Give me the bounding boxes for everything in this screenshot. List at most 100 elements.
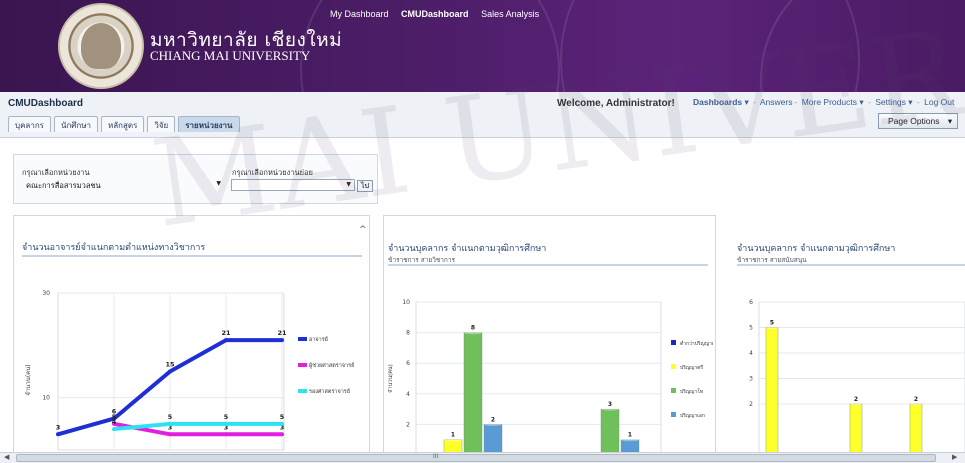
data-point (112, 427, 116, 432)
bar (463, 332, 483, 453)
data-label: 8 (471, 325, 475, 332)
data-point (224, 432, 228, 437)
data-label: 5 (280, 413, 285, 421)
page-options-label: Page Options (888, 116, 940, 126)
data-label: 15 (165, 361, 175, 369)
data-label: 21 (221, 329, 231, 337)
panel-title: จำนวนบุคลากร จำแนกตามวุฒิการศึกษา (388, 244, 547, 254)
collapse-icon[interactable]: ^ (359, 225, 367, 235)
y-tick-label: 2 (406, 421, 410, 428)
horizontal-scrollbar[interactable]: ◀ III ▶ (0, 452, 965, 463)
legend-swatch (298, 363, 307, 367)
legend-swatch (671, 364, 676, 369)
data-label: 5 (168, 413, 173, 421)
university-banner: มหาวิทยาลัย เชียงใหม่ CHIANG MAI UNIVERS… (0, 0, 965, 92)
tab-students[interactable]: นักศึกษา (53, 116, 98, 132)
go-button[interactable]: ไป (357, 180, 373, 192)
data-label: 2 (854, 396, 858, 403)
chevron-down-icon[interactable]: ▾ (906, 97, 915, 107)
page-tabs: บุคลากร นักศึกษา หลักสูตร วิจัย รายหน่วย… (8, 116, 240, 132)
legend-label: ปริญญาโท (680, 388, 703, 395)
link-more-products[interactable]: More Products (802, 97, 857, 107)
y-tick-label: 6 (749, 299, 753, 306)
tab-research[interactable]: วิจัย (147, 116, 176, 132)
nav-sales-analysis[interactable]: Sales Analysis (481, 9, 539, 19)
legend-label: ปริญญาเอก (680, 412, 705, 419)
data-point (224, 421, 228, 426)
unit-select[interactable]: คณะการสื่อสารมวลชน ▼ (22, 178, 225, 190)
series-line-3 (113, 421, 282, 432)
chevron-down-icon: ▼ (346, 181, 351, 188)
bar-chart-education-support: 23456จำนวน(คน)522 (749, 299, 965, 453)
unit-select-value: คณะการสื่อสารมวลชน (26, 181, 101, 190)
y-tick-label: 2 (749, 401, 753, 408)
scroll-right-icon[interactable]: ▶ (952, 453, 957, 461)
bar-chart-education-academic: 2 4 6 8 10 จำนวน(คน) 1 8 2 3 1 ต่ำกว่าปริญญาตรีปริญ… (388, 299, 713, 453)
bar (765, 327, 779, 453)
legend-label: ผู้ช่วยศาสตราจารย์ (309, 362, 354, 369)
data-point (280, 421, 284, 426)
nav-cmudashboard[interactable]: CMUDashboard (401, 9, 469, 19)
data-label: 5 (770, 320, 774, 327)
scrollbar-thumb[interactable]: III (16, 453, 936, 462)
data-label: 1 (451, 432, 455, 439)
data-point (168, 369, 172, 374)
tab-personnel[interactable]: บุคลากร (8, 116, 51, 132)
y-axis-label: จำนวน(คน) (388, 364, 394, 393)
data-point (168, 432, 172, 437)
top-navigation: My Dashboard CMUDashboard Sales Analysis (330, 9, 549, 19)
data-label: 21 (277, 329, 287, 337)
panel-title: จำนวนบุคลากร จำแนกตามวุฒิการศึกษา (737, 244, 896, 254)
university-name-english: CHIANG MAI UNIVERSITY (150, 48, 311, 63)
y-tick-label: 8 (406, 330, 410, 337)
y-tick-label: 10 (402, 299, 410, 306)
chevron-down-icon[interactable]: ▾ (742, 97, 751, 107)
welcome-text: Welcome, Administrator! (557, 98, 675, 109)
bar (849, 403, 863, 453)
tab-curriculum[interactable]: หลักสูตร (100, 116, 145, 132)
data-label: 3 (608, 401, 612, 408)
data-point (56, 432, 60, 437)
legend-swatch (671, 340, 676, 345)
panel-title-rule (388, 264, 708, 266)
subunit-select-label: กรุณาเลือกหน่วยงานย่อย (232, 168, 313, 177)
y-tick-label: 6 (406, 360, 410, 367)
legend-swatch (298, 337, 307, 341)
nav-my-dashboard[interactable]: My Dashboard (330, 9, 389, 19)
legend-label: รองศาสตราจารย์ (309, 388, 350, 395)
panel-title-rule (22, 255, 362, 257)
scroll-left-icon[interactable]: ◀ (4, 453, 9, 461)
tab-by-unit[interactable]: รายหน่วยงาน (178, 116, 240, 132)
legend-swatch (671, 412, 676, 417)
bar (620, 439, 640, 453)
data-label: 4 (112, 418, 117, 426)
global-links: Dashboards ▾ - Answers - More Products ▾ … (693, 97, 955, 107)
chevron-down-icon: ▾ (947, 116, 953, 126)
y-tick-label: 30 (42, 290, 50, 297)
link-log-out[interactable]: Log Out (924, 97, 954, 107)
data-label: 1 (628, 432, 632, 439)
y-tick-label: 10 (42, 395, 50, 402)
subunit-select[interactable]: ▼ (231, 179, 355, 191)
bar (909, 403, 923, 453)
dashboard-header: CMUDashboard Welcome, Administrator! Das… (0, 92, 965, 138)
link-settings[interactable]: Settings (875, 97, 906, 107)
legend-swatch (671, 388, 676, 393)
y-axis-label: จำนวน(คน) (25, 364, 32, 395)
data-point (280, 432, 284, 437)
scrollbar-grip: III (433, 453, 439, 460)
line-chart-academic-positions: 1030จำนวน(คน)361521 2153 3 345 5 5อาจารย์ผู้ช… (25, 290, 354, 451)
page-options-button[interactable]: Page Options ▾ (878, 113, 958, 129)
chevron-down-icon: ▼ (216, 180, 221, 187)
legend-label: ปริญญาตรี (680, 364, 703, 371)
link-answers[interactable]: Answers (760, 97, 793, 107)
y-tick-label: 5 (749, 325, 753, 332)
data-point (168, 421, 172, 426)
link-dashboards[interactable]: Dashboards (693, 97, 742, 107)
data-label: 3 (56, 423, 61, 431)
legend-swatch (298, 389, 307, 393)
university-seal-logo (58, 3, 144, 89)
chevron-down-icon[interactable]: ▾ (857, 97, 866, 107)
data-label: 2 (491, 416, 495, 423)
data-point (280, 338, 284, 343)
